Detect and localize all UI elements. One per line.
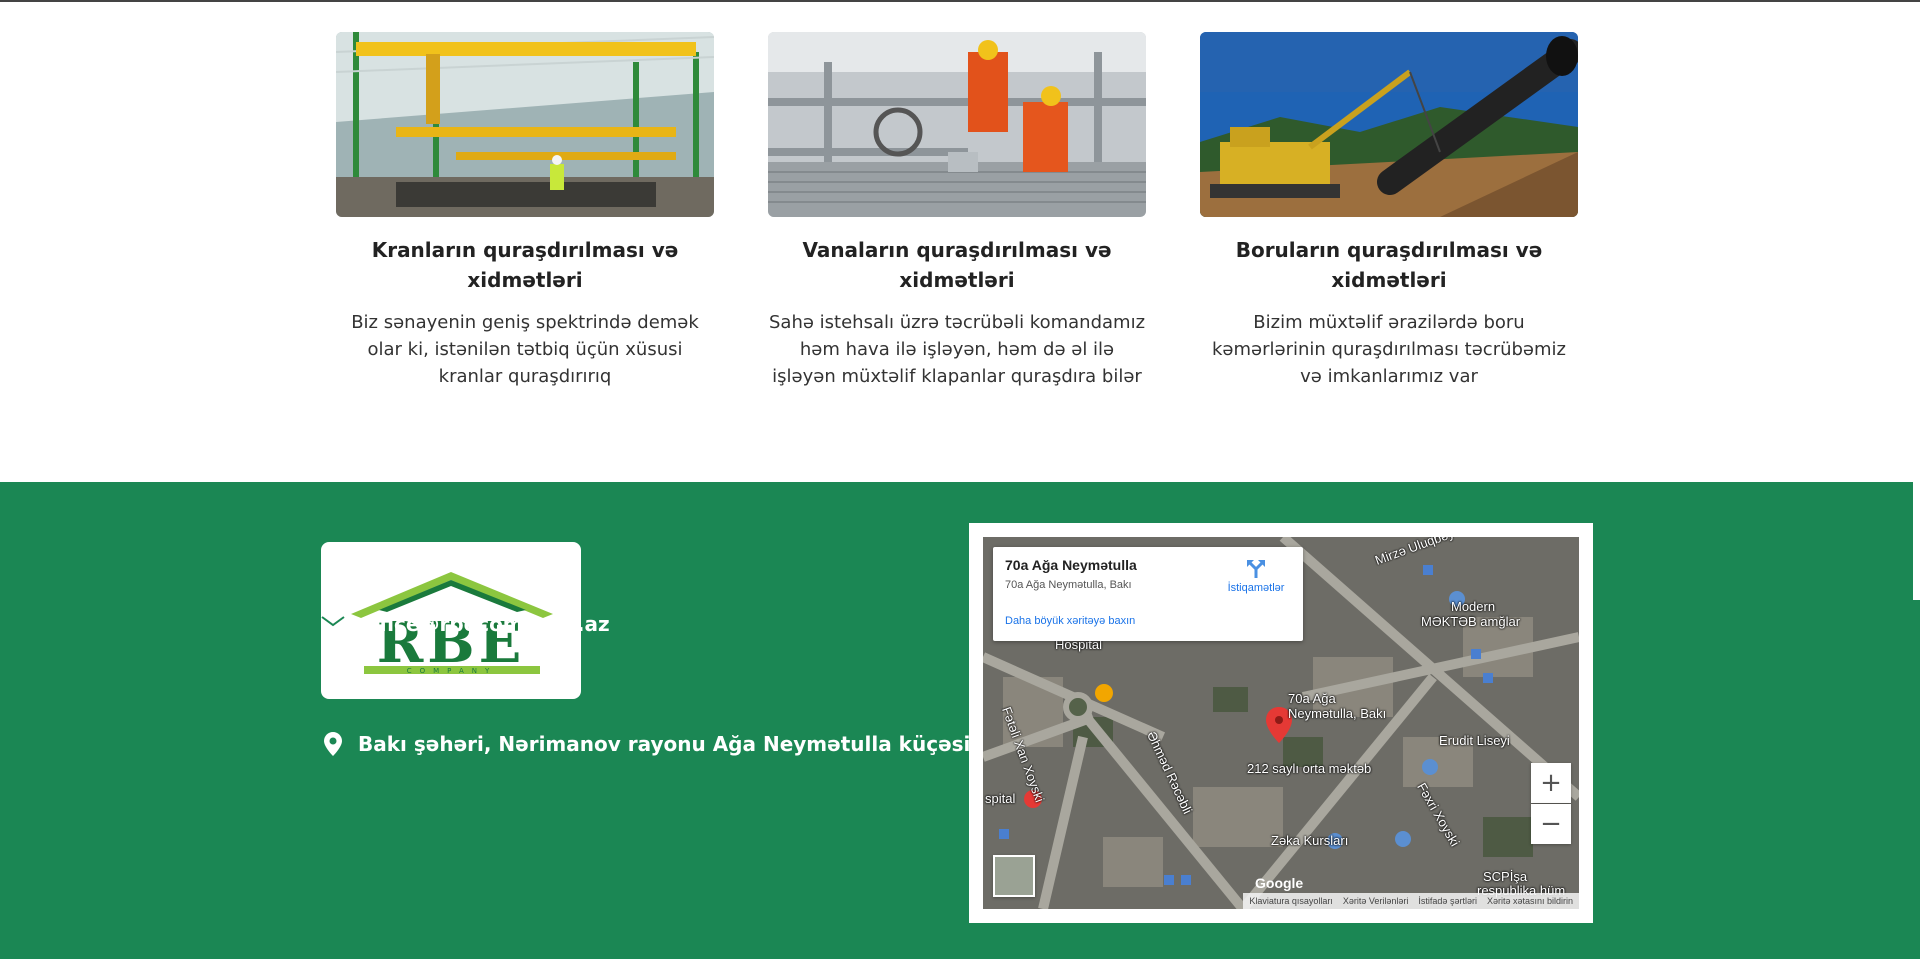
place-info-card: 70a Ağa Neymətulla 70a Ağa Neymətulla, B… [993,547,1303,641]
address-text: Bakı şəhəri, Nərimanov rayonu Ağa Neymət… [358,732,1021,756]
poi-label: Erudit Liseyi [1439,733,1510,748]
cranes-photo [336,32,714,217]
map-embed[interactable]: 70a Ağa Neymətulla, Bakı Modern MƏKTƏB am… [983,537,1579,909]
page-edge [1913,482,1920,600]
map-layer-toggle[interactable] [993,855,1035,897]
service-title: Boruların quraşdırılması və xidmətləri [1235,238,1543,292]
zoom-out-button[interactable]: − [1531,804,1571,844]
top-divider [0,0,1920,2]
poi-label: spital [985,791,1016,806]
service-card-pipes: Boruların quraşdırılması və xidmətləri B… [1200,32,1578,390]
directions-label: İstiqamətlər [1227,582,1285,594]
terms-link[interactable]: İstifadə şərtləri [1418,896,1477,906]
poi-label: Modern [1451,599,1496,614]
poi-label: MƏKTƏB amğlar [1421,614,1521,629]
service-description: Biz sənayenin geniş spektrində demək ola… [351,312,699,387]
phone-text[interactable]: +994 50 369 88 77 [358,672,570,696]
pin-label: 70a Ağa Neymətulla, Bakı [1288,691,1387,721]
map-frame: 70a Ağa Neymətulla, Bakı Modern MƏKTƏB am… [969,523,1593,923]
phone-icon [320,671,346,697]
poi-label: SCPİşa [1483,869,1528,884]
contact-address: Bakı şəhəri, Nərimanov rayonu Ağa Neymət… [320,731,1021,757]
directions-button[interactable]: İstiqamətlər [1221,559,1291,594]
service-title: Kranların quraşdırılması və xidmətləri [371,238,679,292]
directions-icon [1247,560,1265,578]
service-card-cranes: Kranların quraşdırılması və xidmətləri B… [336,32,714,390]
keyboard-shortcuts-link[interactable]: Klaviatura qısayolları [1249,896,1333,906]
service-description: Sahə istehsalı üzrə təcrübəli komandamız… [768,312,1146,387]
map-attribution: Klaviatura qısayolları Xəritə Verilənlər… [1243,893,1579,909]
place-title: 70a Ağa Neymətulla [1005,557,1137,573]
service-description: Bizim müxtəlif ərazilərdə boru kəmərləri… [1212,312,1566,387]
poi-label: 212 saylı orta məktəb [1247,761,1372,776]
location-pin-icon [320,731,346,757]
footer: RBE COMPANY office@rbecompany.az +994 50… [0,482,1920,959]
contact-phone[interactable]: +994 50 369 88 77 [320,671,570,697]
service-title: Vanaların quraşdırılması və xidmətləri [802,238,1112,292]
envelope-icon [320,611,346,637]
poi-label: Zəka Kursları [1271,833,1349,848]
larger-map-link[interactable]: Daha böyük xəritəyə baxın [1005,615,1135,627]
services-section: Kranların quraşdırılması və xidmətləri B… [336,32,1582,412]
service-card-valves: Vanaların quraşdırılması və xidmətləri S… [768,32,1146,390]
google-logo: Google [1255,875,1304,891]
place-address: 70a Ağa Neymətulla, Bakı [1005,579,1132,591]
contact-email[interactable]: office@rbecompany.az [320,611,610,637]
map-data-link[interactable]: Xəritə Verilənləri [1343,896,1409,906]
email-text[interactable]: office@rbecompany.az [358,612,610,636]
pipes-photo [1200,32,1578,217]
report-error-link[interactable]: Xəritə xətasını bildirin [1487,896,1573,906]
valves-photo [768,32,1146,217]
zoom-in-button[interactable]: + [1531,763,1571,803]
